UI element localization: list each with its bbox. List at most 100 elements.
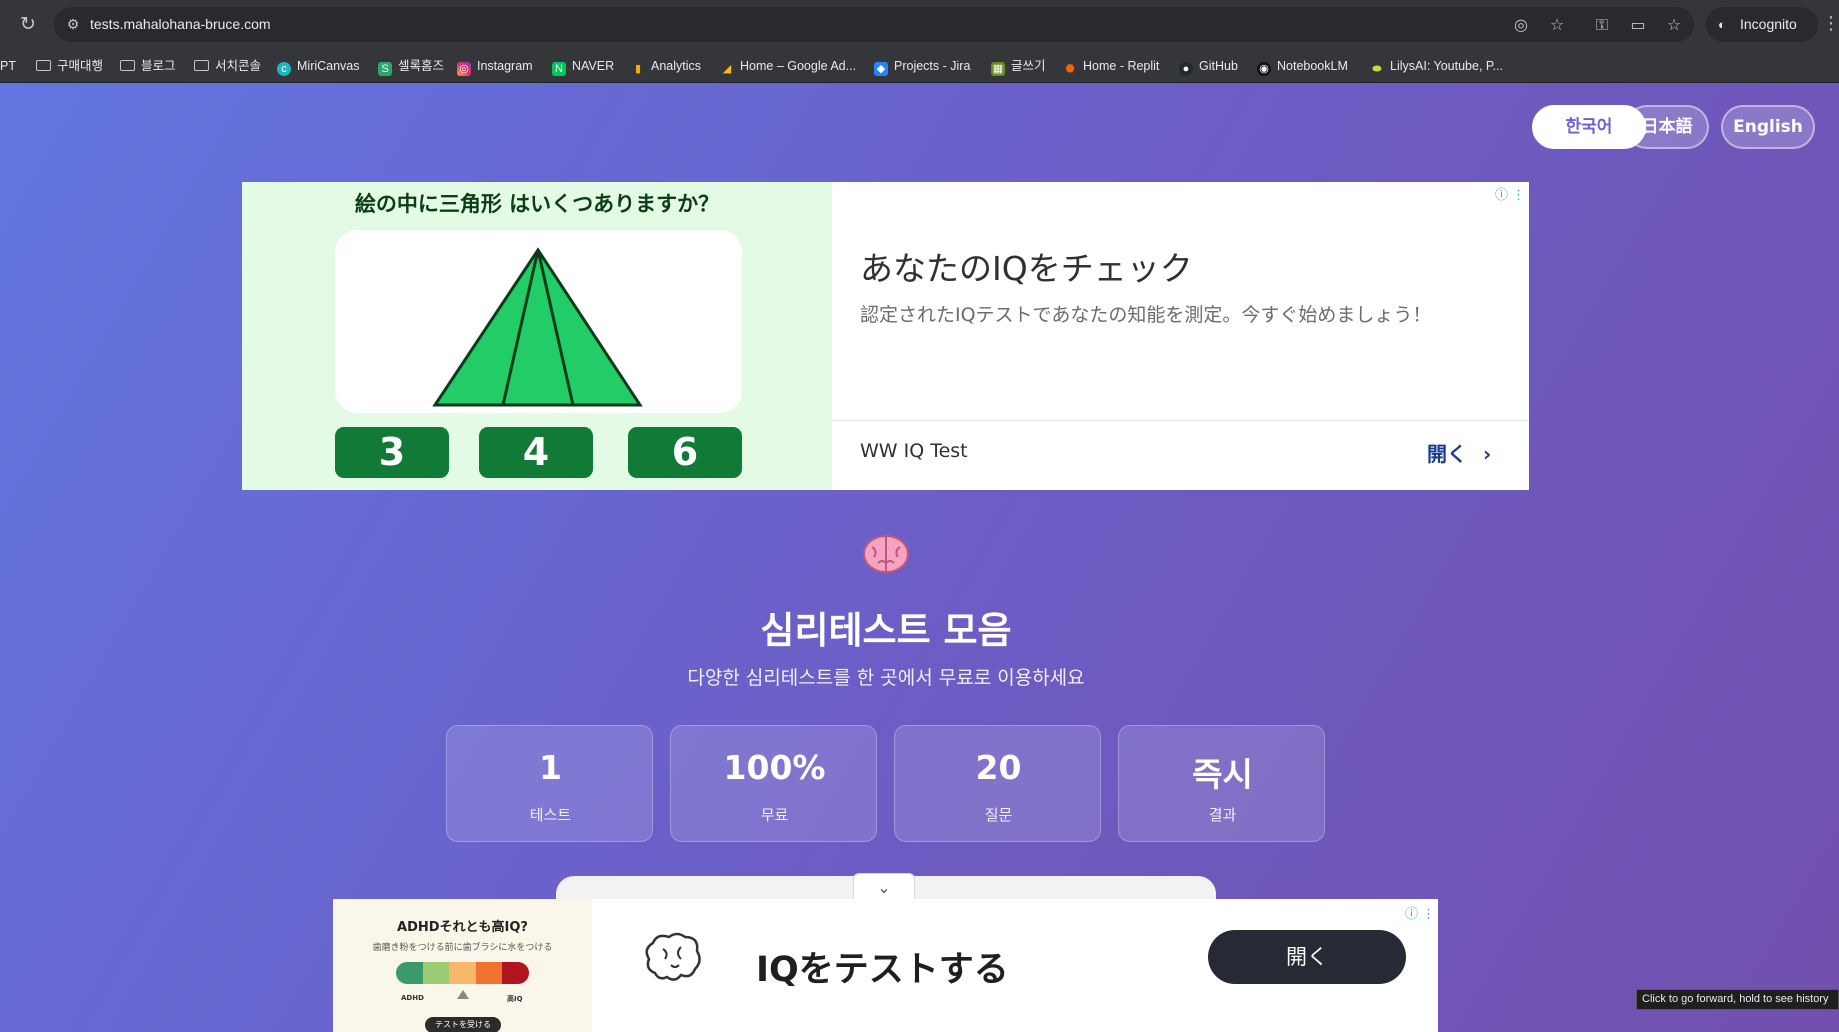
incognito-label: Incognito [1740, 16, 1797, 32]
stat-label: 테스트 [529, 806, 572, 824]
stat-label: 질문 [984, 806, 1013, 824]
stat-value: 즉시 [1192, 755, 1253, 794]
star-icon[interactable]: ☆ [1662, 13, 1686, 37]
notebooklm-icon: ◉ [1257, 62, 1271, 76]
ad-image[interactable]: ADHDそれとも高IQ? 歯磨き粉をつける前に歯ブラシに水をつける ADHD 高… [333, 899, 592, 1032]
bookmark-label: PT [0, 59, 16, 73]
bookmark-item[interactable]: c MiriCanvas [277, 49, 360, 83]
bookmark-item[interactable]: ● GitHub [1179, 49, 1238, 83]
bookmark-item[interactable]: PT [0, 49, 16, 83]
ad-answer-option[interactable]: 6 [628, 427, 742, 478]
bookmark-item[interactable]: ◢ Home – Google Ad... [720, 49, 856, 83]
bookmark-label: Projects - Jira [894, 59, 971, 73]
lilys-icon: ⬬ [1372, 63, 1382, 75]
analytics-icon: ▮ [634, 63, 642, 75]
browser-menu-icon[interactable]: ⋮ [1822, 12, 1839, 36]
stat-card-results: 즉시 결과 [1118, 725, 1325, 842]
bookmark-label: Instagram [477, 59, 533, 73]
bookmark-label: Home – Google Ad... [740, 59, 857, 73]
naver-icon: N [552, 62, 566, 76]
incognito-icon: ◐ [1718, 17, 1726, 32]
bookmark-item[interactable]: ◎ Instagram [457, 49, 533, 83]
key-icon[interactable]: ⚿ [1590, 13, 1614, 37]
ad-info-icon[interactable]: ⓘ ⋮ [1495, 184, 1525, 203]
ad-brand[interactable]: WW IQ Test [860, 440, 968, 462]
ad-title[interactable]: あなたのIQをチェック [860, 242, 1193, 290]
folder-icon [120, 60, 135, 71]
page-content: 한국어 日本語 English 絵の中に三角形 はいくつありますか？ 3 4 6… [0, 83, 1839, 1032]
ad-image-cta[interactable]: テストを受ける [425, 1017, 501, 1032]
ad-answer-option[interactable]: 4 [479, 427, 593, 478]
page-subtitle: 다양한 심리테스트를 한 곳에서 무료로 이용하세요 [687, 667, 1085, 689]
bookmark-label: 글쓰기 [1011, 59, 1046, 73]
bookmark-label: 구매대행 [57, 59, 104, 73]
bookmark-item[interactable]: 구매대행 [36, 49, 103, 83]
bookmark-item[interactable]: ⬬ LilysAI: Youtube, P... [1370, 49, 1503, 83]
address-bar[interactable]: ⚙ tests.mahalohana-bruce.com ◎ ☆ ⚿ ▭ ☆ [54, 7, 1694, 42]
ad-image-heading: ADHDそれとも高IQ? [397, 920, 528, 935]
bookmark-item[interactable]: ◉ NotebookLM [1257, 49, 1348, 83]
stat-label: 무료 [760, 806, 789, 824]
ad-quiz-question: 絵の中に三角形 はいくつありますか？ [354, 192, 720, 216]
ad-scale-bar [396, 962, 529, 984]
lang-button-japanese[interactable]: 日本語 [1625, 105, 1709, 149]
bookmark-item[interactable]: 서치콘솔 [194, 49, 261, 83]
ad-banner-top[interactable]: 絵の中に三角形 はいくつありますか？ 3 4 6 ⓘ ⋮ あなたのIQをチェック… [242, 182, 1529, 490]
ad-description: 認定されたIQテストであなたの知能を測定。今すぐ始めましょう！ [860, 304, 1432, 326]
bookmark-label: LilysAI: Youtube, P... [1390, 59, 1504, 73]
stat-label: 결과 [1208, 806, 1237, 824]
folder-icon [194, 60, 209, 71]
bookmark-star-icon[interactable]: ☆ [1545, 13, 1569, 37]
ad-open-button[interactable]: 開く › [1427, 438, 1491, 467]
bookmark-label: 블로그 [141, 59, 176, 73]
browser-toolbar: ↻ ⚙ tests.mahalohana-bruce.com ◎ ☆ ⚿ ▭ ☆… [0, 0, 1839, 49]
sellock-icon: S [378, 62, 392, 76]
triangle-figure [432, 247, 643, 407]
bookmark-item[interactable]: ◆ Projects - Jira [874, 49, 970, 83]
page-title: 심리테스트 모음 [760, 609, 1012, 652]
ad-divider [832, 420, 1529, 421]
bookmark-label: Analytics [651, 59, 702, 73]
ad-open-button[interactable]: 開く [1208, 930, 1406, 984]
stat-value: 20 [975, 748, 1022, 787]
reload-icon[interactable]: ↻ [16, 12, 40, 36]
bookmark-item[interactable]: 블로그 [120, 49, 176, 83]
ad-image[interactable]: 絵の中に三角形 はいくつありますか？ 3 4 6 [242, 182, 832, 490]
ad-banner-bottom[interactable]: ADHDそれとも高IQ? 歯磨き粉をつける前に歯ブラシに水をつける ADHD 高… [333, 899, 1438, 1032]
bookmark-label: Home - Replit [1083, 59, 1160, 73]
brain-icon [863, 535, 909, 573]
eye-off-icon[interactable]: ◎ [1509, 13, 1533, 37]
bookmark-label: NotebookLM [1277, 59, 1348, 73]
miricanvas-icon: c [277, 62, 291, 76]
bookmark-label: 서치콘솔 [215, 59, 262, 73]
bookmark-label: NAVER [572, 59, 615, 73]
ad-info-icon[interactable]: ⓘ ⋮ [1405, 903, 1435, 922]
lang-button-english[interactable]: English [1721, 105, 1815, 149]
instagram-icon: ◎ [457, 62, 471, 76]
bookmark-label: GitHub [1199, 59, 1238, 73]
stat-value: 1 [539, 748, 562, 787]
ad-image-subtext: 歯磨き粉をつける前に歯ブラシに水をつける [372, 943, 553, 953]
url-text[interactable]: tests.mahalohana-bruce.com [90, 7, 271, 42]
stat-card-questions: 20 질문 [894, 725, 1101, 842]
bookmark-item[interactable]: N NAVER [552, 49, 614, 83]
ad-scale-low-label: ADHD [401, 994, 424, 1002]
ad-title[interactable]: IQをテストする [756, 941, 1009, 992]
bookmark-label: 셀록홈즈 [398, 59, 445, 73]
site-settings-icon[interactable]: ⚙ [62, 14, 84, 36]
card-icon[interactable]: ▭ [1626, 13, 1650, 37]
bookmark-item[interactable]: ▦ 글쓰기 [991, 49, 1046, 83]
bookmark-label: MiriCanvas [297, 59, 360, 73]
ad-scale-pointer [457, 990, 469, 999]
jira-icon: ◆ [874, 62, 888, 76]
bookmark-item[interactable]: ▮ Analytics [631, 49, 701, 83]
bookmarks-bar: PT 구매대행 블로그 서치콘솔 c MiriCanvas S 셀록홈즈 ◎ Inst… [0, 49, 1839, 83]
bookmark-item[interactable]: S 셀록홈즈 [378, 49, 444, 83]
ad-scale-high-label: 高IQ [507, 995, 523, 1003]
incognito-badge[interactable]: ◐ Incognito [1706, 7, 1818, 42]
write-icon: ▦ [991, 62, 1005, 76]
bookmark-item[interactable]: ⬣ Home - Replit [1063, 49, 1159, 83]
stat-card-tests: 1 테스트 [446, 725, 653, 842]
folder-icon [36, 60, 51, 71]
ad-answer-option[interactable]: 3 [335, 427, 449, 478]
